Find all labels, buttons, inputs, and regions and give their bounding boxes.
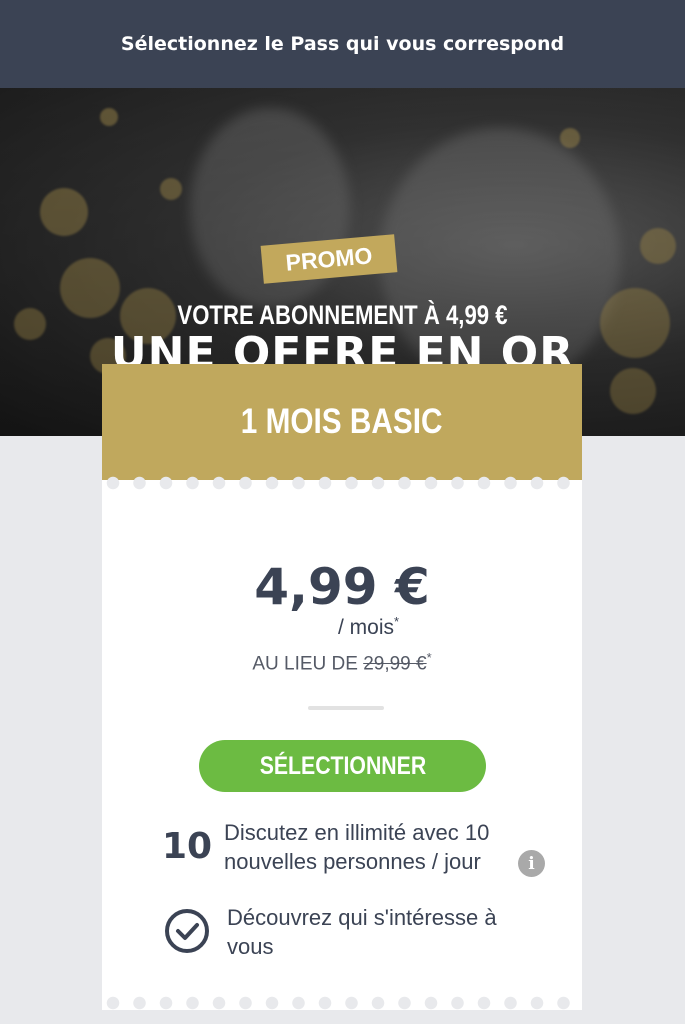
feature-who-likes-you: Découvrez qui s'intéresse à vous [227,905,497,959]
divider [308,706,384,710]
plan-name: 1 MOIS BASIC [241,402,443,441]
plan-header: 1 MOIS BASIC [102,364,582,480]
feature-number: 10 [162,826,213,867]
old-price: AU LIEU DE 29,99 €* [252,650,432,675]
check-circle-icon [165,909,209,953]
old-price-value: 29,99 € [363,653,427,675]
select-button[interactable]: SÉLECTIONNER [199,740,486,792]
price-period: / mois* [338,614,400,639]
scallop-edge-top [102,476,582,490]
top-bar: Sélectionnez le Pass qui vous correspond [0,0,685,88]
page-title: Sélectionnez le Pass qui vous correspond [120,33,565,55]
scallop-edge-bottom [102,996,582,1010]
info-icon[interactable]: i [518,850,545,877]
plan-price: 4,99 € [254,558,430,616]
promo-subtitle: VOTRE ABONNEMENT À 4,99 € [177,300,508,330]
feature-unlimited-chat: Discutez en illimité avec 10 nouvelles p… [224,820,490,874]
